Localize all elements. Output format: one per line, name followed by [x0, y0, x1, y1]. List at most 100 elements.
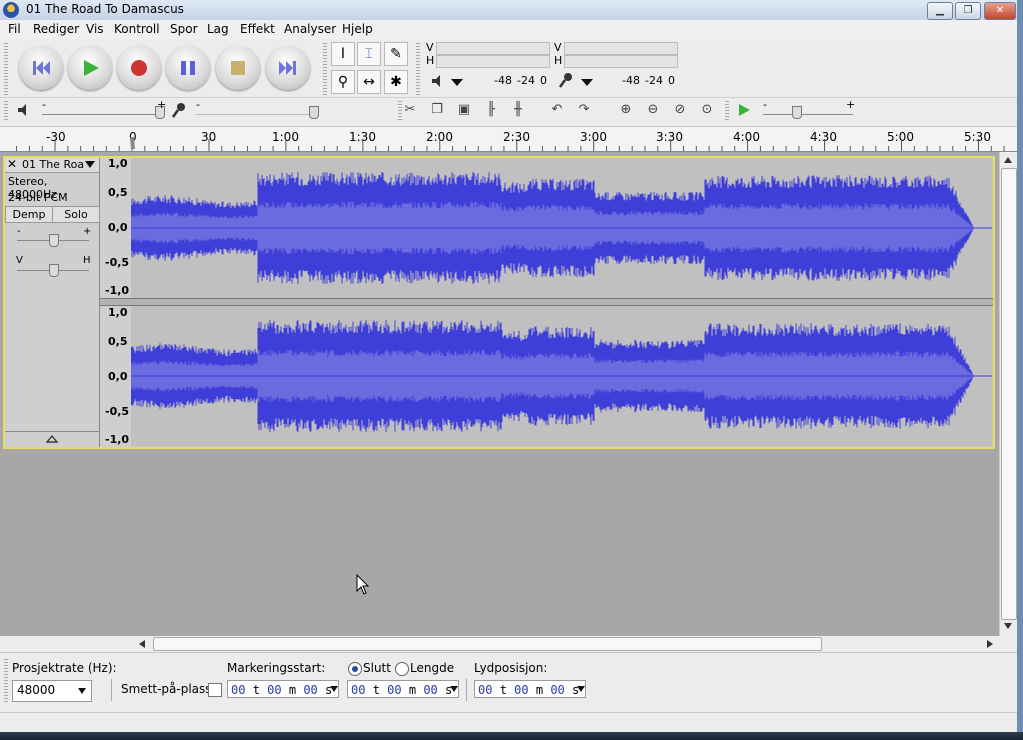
play-at-speed-icon[interactable]: [735, 101, 753, 119]
input-meter-left-bar[interactable]: [564, 42, 678, 55]
playback-volume-slider-track[interactable]: [42, 114, 162, 115]
audacity-app-icon[interactable]: [3, 2, 19, 18]
menu-effekt[interactable]: Effekt: [240, 22, 275, 36]
menu-kontroll[interactable]: Kontroll: [114, 22, 160, 36]
zoom-in-button[interactable]: ⊕: [615, 100, 637, 120]
output-meter-scale-0: 0: [540, 74, 547, 87]
time-format-dropdown-icon[interactable]: [330, 686, 338, 692]
pause-button[interactable]: [166, 46, 210, 90]
toolbar-grip[interactable]: [4, 43, 8, 95]
scale-label: -1,0: [105, 433, 130, 446]
length-radio[interactable]: [395, 662, 409, 676]
vertical-scrollbar-thumb[interactable]: [1001, 168, 1017, 620]
mute-button[interactable]: Demp: [5, 206, 53, 223]
toolbar-grip[interactable]: [4, 101, 8, 121]
snap-to-checkbox[interactable]: [208, 683, 222, 697]
waveform-channel-left[interactable]: [130, 158, 992, 298]
menu-analyser[interactable]: Analyser: [284, 22, 336, 36]
stop-button[interactable]: [216, 46, 260, 90]
selection-end-time[interactable]: 00 t 00 m 00 s: [347, 680, 459, 698]
toolbar-grip[interactable]: [416, 43, 420, 95]
input-volume-slider-track[interactable]: [196, 114, 316, 115]
project-rate-label: Prosjektrate (Hz):: [12, 661, 117, 675]
menu-lag[interactable]: Lag: [207, 22, 229, 36]
output-meter-right-bar[interactable]: [436, 55, 550, 68]
input-volume-slider-thumb[interactable]: [309, 106, 319, 119]
fit-project-button[interactable]: ⊙: [696, 100, 718, 120]
scroll-up-icon[interactable]: [1003, 156, 1013, 164]
track-menu-dropdown-icon[interactable]: [84, 160, 96, 170]
gain-slider-thumb[interactable]: [49, 234, 59, 247]
skip-to-start-button[interactable]: [19, 46, 63, 90]
scroll-down-icon[interactable]: [1003, 622, 1013, 630]
toolbar-grip[interactable]: [323, 43, 327, 95]
time-format-dropdown-icon[interactable]: [450, 686, 458, 692]
selection-tool-button[interactable]: I: [331, 42, 355, 66]
play-button[interactable]: [68, 46, 112, 90]
speaker-icon: [432, 75, 440, 87]
collapse-track-icon[interactable]: [45, 434, 59, 444]
audio-position-time[interactable]: 00 t 00 m 00 s: [474, 680, 586, 698]
scroll-left-icon[interactable]: [138, 639, 146, 649]
input-meter-dropdown-icon[interactable]: [580, 77, 594, 87]
close-button[interactable]: ✕: [984, 2, 1016, 20]
end-radio[interactable]: [348, 662, 362, 676]
input-meter-right-bar[interactable]: [564, 55, 678, 68]
input-meter-scale-0: 0: [668, 74, 675, 87]
vertical-scrollbar[interactable]: [999, 152, 1017, 636]
selection-start-time[interactable]: 00 t 00 m 00 s: [227, 680, 339, 698]
menu-hjelp[interactable]: Hjelp: [342, 22, 373, 36]
menu-rediger[interactable]: Rediger: [33, 22, 79, 36]
horizontal-scrollbar-thumb[interactable]: [153, 637, 822, 651]
toolbar-grip[interactable]: [4, 659, 8, 703]
cut-button[interactable]: ✂: [399, 100, 421, 120]
maximize-button[interactable]: ❐: [955, 2, 981, 20]
horizontal-scrollbar[interactable]: [136, 636, 999, 651]
skip-to-end-button[interactable]: [266, 46, 310, 90]
microphone-icon: [558, 73, 572, 88]
waveform-channel-right[interactable]: [130, 306, 992, 446]
envelope-tool-button[interactable]: ⌶: [357, 42, 381, 66]
menu-vis[interactable]: Vis: [86, 22, 104, 36]
solo-button[interactable]: Solo: [52, 206, 100, 223]
time-format-dropdown-icon[interactable]: [577, 686, 585, 692]
timeshift-tool-button[interactable]: ↔: [357, 70, 381, 94]
toolbar-grip[interactable]: [725, 101, 729, 121]
output-meter-left-bar[interactable]: [436, 42, 550, 55]
track-close-icon[interactable]: ✕: [7, 157, 17, 171]
playback-speed-slider-thumb[interactable]: [792, 106, 803, 119]
playhead-marker-icon: [130, 137, 135, 149]
record-button[interactable]: [117, 46, 161, 90]
zoom-out-button[interactable]: ⊖: [642, 100, 664, 120]
menu-spor[interactable]: Spor: [170, 22, 198, 36]
paste-button[interactable]: ▣: [453, 100, 475, 120]
output-meter-dropdown-icon[interactable]: [450, 77, 464, 87]
silence-button[interactable]: ╫: [507, 100, 529, 120]
channel-separator: [100, 298, 993, 306]
selection-toolbar: Prosjektrate (Hz): 48000 Smett-på-plass …: [0, 652, 1017, 713]
copy-button[interactable]: ❐: [426, 100, 448, 120]
track-name-menu[interactable]: 01 The Roa: [22, 158, 84, 171]
multi-tool-button[interactable]: ✱: [384, 70, 408, 94]
redo-button[interactable]: ↷: [573, 100, 595, 120]
pan-slider-thumb[interactable]: [49, 264, 59, 277]
undo-button[interactable]: ↶: [546, 100, 568, 120]
scale-label: 0,5: [108, 186, 128, 199]
time-seconds: 00: [550, 683, 565, 697]
zoom-tool-button[interactable]: ⚲: [331, 70, 355, 94]
input-volume-minus: -: [196, 98, 200, 111]
playback-speed-slider-track[interactable]: [763, 114, 853, 115]
fit-selection-button[interactable]: ⊘: [669, 100, 691, 120]
minimize-button[interactable]: ▁: [927, 2, 953, 20]
project-rate-select[interactable]: 48000: [12, 680, 92, 702]
toolbar-area: I ⌶ ✎ ⚲ ↔ ✱ V H V H -48 -24 0 -48 -24 0 …: [0, 39, 1017, 127]
track-divider: [5, 431, 99, 432]
scroll-right-icon[interactable]: [986, 639, 994, 649]
input-meter-scale-48: -48: [622, 74, 640, 87]
draw-tool-button[interactable]: ✎: [384, 42, 408, 66]
scale-label: 0,0: [108, 370, 128, 383]
timeline-ruler[interactable]: -30 0 30 1:00 1:30 2:00 2:30 3:00 3:30 4…: [0, 127, 1017, 152]
trim-button[interactable]: ╟: [480, 100, 502, 120]
playback-volume-minus: -: [42, 98, 46, 111]
menu-fil[interactable]: Fil: [8, 22, 21, 36]
